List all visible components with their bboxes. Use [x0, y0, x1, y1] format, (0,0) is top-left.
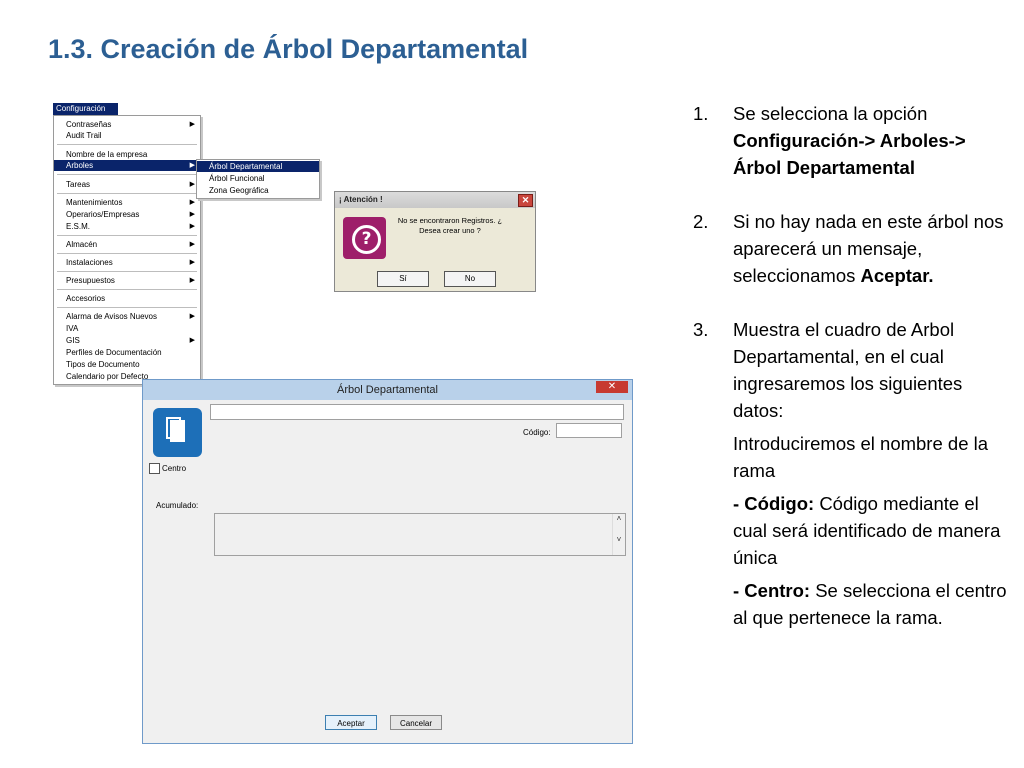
menu-item-esm[interactable]: E.S.M. ▶ [54, 221, 200, 232]
menu-item-presupuestos[interactable]: Presupuestos ▶ [54, 275, 200, 286]
menu-item-iva[interactable]: IVA [54, 323, 200, 334]
menu-separator [57, 174, 197, 175]
submenu-arrow-icon: ▶ [189, 211, 195, 218]
slide-title: 1.3. Creación de Árbol Departamental [48, 34, 529, 64]
window-titlebar: Árbol Departamental ✕ [143, 380, 632, 400]
acumulado-label: Acumulado: [156, 501, 199, 510]
submenu-arrow-icon: ▶ [189, 162, 195, 169]
menu-separator [57, 307, 197, 308]
menu-item-accesorios[interactable]: Accesorios [54, 293, 200, 304]
submenu-arrow-icon: ▶ [189, 241, 195, 248]
submenu-arrow-icon: ▶ [189, 259, 195, 266]
submenu-arrow-icon: ▶ [189, 199, 195, 206]
centro-checkbox[interactable] [149, 463, 160, 474]
aceptar-button[interactable]: Aceptar [325, 715, 377, 730]
menu-item-operarios[interactable]: Operarios/Empresas ▶ [54, 209, 200, 220]
submenu-arrow-icon: ▶ [189, 277, 195, 284]
question-icon: ? [343, 217, 386, 259]
menu-separator [57, 144, 197, 145]
menu-item-arboles[interactable]: Arboles ▶ [54, 160, 200, 171]
step-3: 3. Muestra el cuadro de Arbol Departamen… [693, 319, 963, 421]
nombre-input[interactable] [210, 404, 624, 420]
close-button[interactable]: ✕ [518, 194, 533, 207]
step-1: 1. Se selecciona la opción Configuración… [693, 103, 966, 178]
dialog-message: No se encontraron Registros. ¿ Desea cre… [397, 216, 503, 235]
window-title: Árbol Departamental [337, 384, 438, 396]
menu-item-audit-trail[interactable]: Audit Trail [54, 130, 200, 141]
step-3-centro: - Centro: Se selecciona el centro al que… [733, 580, 1007, 628]
menu-item-perfiles[interactable]: Perfiles de Documentación [54, 347, 200, 358]
cancelar-button[interactable]: Cancelar [390, 715, 442, 730]
submenu-item-zona-geografica[interactable]: Zona Geográfica [197, 185, 319, 196]
menu-item-almacen[interactable]: Almacén ▶ [54, 239, 200, 250]
menu-item-mantenimientos[interactable]: Mantenimientos ▶ [54, 197, 200, 208]
submenu-arrow-icon: ▶ [189, 223, 195, 230]
document-icon [153, 408, 202, 457]
dialog-titlebar: ¡ Atención ! ✕ [335, 192, 535, 208]
arboles-submenu: Árbol Departamental Árbol Funcional Zona… [196, 159, 320, 199]
menu-item-instalaciones[interactable]: Instalaciones ▶ [54, 257, 200, 268]
submenu-item-arbol-funcional[interactable]: Árbol Funcional [197, 173, 319, 184]
menu-separator [57, 271, 197, 272]
menu-item-tareas[interactable]: Tareas ▶ [54, 179, 200, 190]
codigo-label: Código: [523, 428, 551, 437]
step-3-nombre: Introduciremos el nombre de la rama [733, 433, 989, 481]
configuracion-dropdown: Contraseñas ▶ Audit Trail Nombre de la em… [53, 115, 201, 385]
menu-item-contrasenas[interactable]: Contraseñas ▶ [54, 119, 200, 130]
step-3-codigo: - Código: Código mediante el cual será i… [733, 493, 1001, 568]
submenu-arrow-icon: ▶ [189, 181, 195, 188]
centro-label: Centro [162, 464, 187, 473]
submenu-arrow-icon: ▶ [189, 121, 195, 128]
instructions: 1. Se selecciona la opción Configuración… [693, 100, 1011, 631]
menu-item-tipos-documento[interactable]: Tipos de Documento [54, 359, 200, 370]
acumulado-textarea[interactable]: ˄ ˅ [214, 513, 626, 556]
no-button[interactable]: No [444, 271, 496, 287]
step-2: 2. Si no hay nada en este árbol nos apar… [693, 211, 1004, 286]
menu-item-gis[interactable]: GIS ▶ [54, 335, 200, 346]
atencion-dialog: ¡ Atención ! ✕ ? No se encontraron Regis… [334, 191, 536, 292]
scrollbar[interactable]: ˄ ˅ [612, 514, 625, 555]
submenu-arrow-icon: ▶ [189, 337, 195, 344]
menu-separator [57, 193, 197, 194]
arbol-departamental-window: Árbol Departamental ✕ Código: Centro Acu… [142, 379, 633, 744]
menu-separator [57, 289, 197, 290]
codigo-input[interactable] [556, 423, 622, 438]
scroll-up-icon[interactable]: ˄ [613, 514, 625, 523]
dialog-title: ¡ Atención ! [339, 195, 383, 204]
close-button[interactable]: ✕ [596, 381, 628, 393]
submenu-item-arbol-departamental[interactable]: Árbol Departamental [197, 161, 319, 172]
menu-separator [57, 253, 197, 254]
scroll-down-icon[interactable]: ˅ [613, 535, 625, 544]
menu-item-alarma[interactable]: Alarma de Avisos Nuevos ▶ [54, 311, 200, 322]
submenu-arrow-icon: ▶ [189, 313, 195, 320]
menu-item-nombre-empresa[interactable]: Nombre de la empresa [54, 149, 200, 160]
yes-button[interactable]: Sí [377, 271, 429, 287]
menu-separator [57, 235, 197, 236]
menu-configuracion[interactable]: Configuración [53, 103, 118, 115]
